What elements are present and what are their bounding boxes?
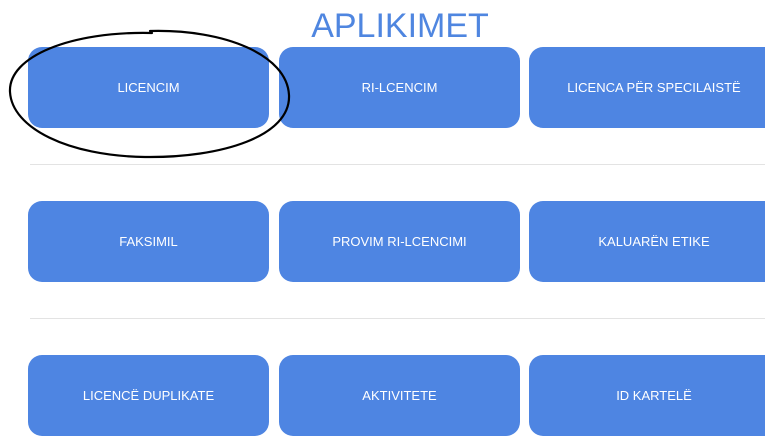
ri-lcencim-button[interactable]: RI-LCENCIM: [279, 47, 520, 128]
page-title: APLIKIMET: [311, 7, 489, 45]
licencim-button[interactable]: LICENCIM: [28, 47, 269, 128]
row-divider: [30, 164, 765, 165]
row-divider: [30, 318, 765, 319]
provim-ri-lcencimi-button[interactable]: PROVIM RI-LCENCIMI: [279, 201, 520, 282]
faksimil-button[interactable]: FAKSIMIL: [28, 201, 269, 282]
id-kartele-button[interactable]: ID KARTELË: [529, 355, 765, 436]
kaluaren-etike-button[interactable]: KALUARËN ETIKE: [529, 201, 765, 282]
licenca-per-specialiste-button[interactable]: LICENCA PËR SPECILAISTË: [529, 47, 765, 128]
aktivitete-button[interactable]: AKTIVITETE: [279, 355, 520, 436]
licence-duplikate-button[interactable]: LICENCË DUPLIKATE: [28, 355, 269, 436]
